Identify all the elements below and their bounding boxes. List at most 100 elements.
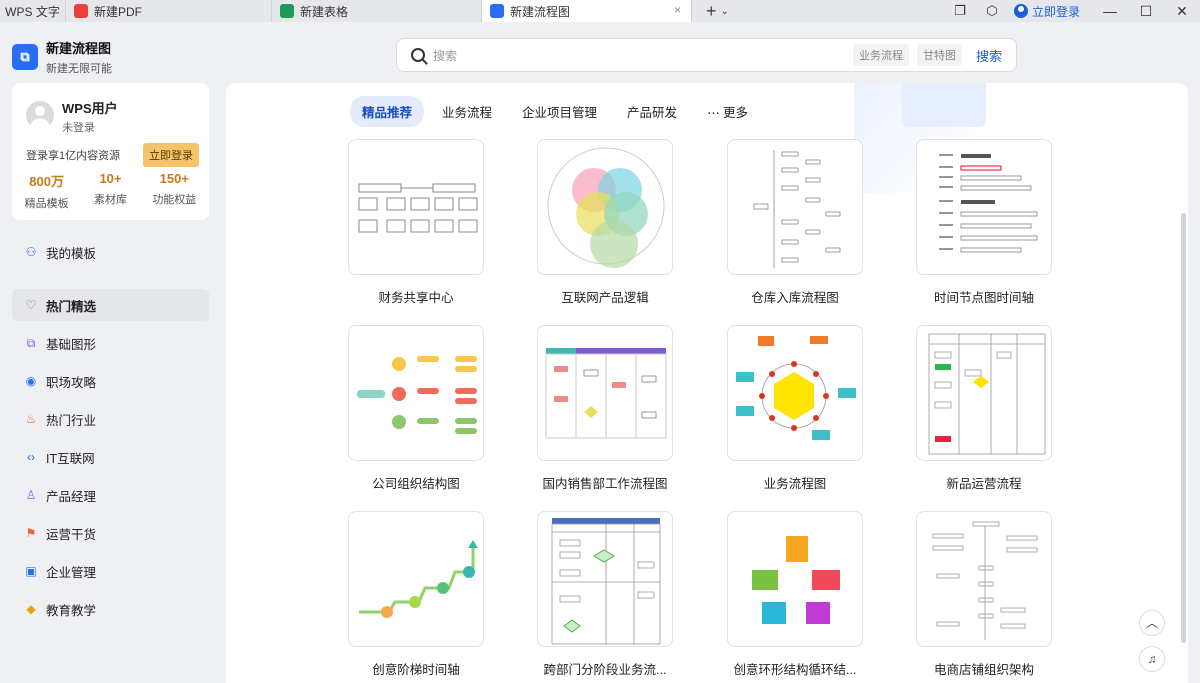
template-title[interactable]: 新品运营流程 (916, 473, 1052, 492)
chat-icon: ▣ (25, 564, 37, 578)
search-chip[interactable]: 甘特图 (916, 44, 962, 66)
megaphone-icon: ⚑ (25, 526, 37, 540)
sidebar-item-basic-shapes[interactable]: ⧉ 基础图形 (12, 327, 209, 359)
sidebar-item-career[interactable]: ◉ 职场攻略 (12, 365, 209, 397)
sidebar-item-my-templates[interactable]: ⚇ 我的模板 (12, 236, 209, 268)
stat-materials[interactable]: 10+ 素材库 (94, 171, 127, 211)
sidebar-nav: ⚇ 我的模板 ♡ 热门精选 ⧉ 基础图形 ◉ 职场攻略 ♨ 热门行业 ‹› IT互联网 ♙ 产… (12, 236, 209, 631)
app-header: ⧉ 新建流程图 新建无限可能 (12, 38, 112, 76)
template-thumbnail[interactable] (348, 511, 484, 647)
template-thumbnail[interactable] (916, 325, 1052, 461)
person-circle-icon: ◉ (25, 374, 37, 388)
close-icon[interactable]: × (674, 3, 681, 17)
template-title[interactable]: 跨部门分阶段业务流... (537, 659, 673, 678)
divider (12, 278, 209, 279)
template-title[interactable]: 财务共享中心 (348, 287, 484, 306)
user-stats: 800万精品模板 10+ 素材库 150+ 功能权益 (12, 171, 209, 211)
tab-featured[interactable]: 精品推荐 (350, 96, 425, 127)
stat-label: 功能权益 (152, 194, 197, 206)
tab-more[interactable]: ⋯ 更多 (695, 96, 760, 127)
template-title[interactable]: 业务流程图 (727, 473, 863, 492)
tab-label: 更多 (723, 106, 749, 120)
tab-label: 新建表格 (300, 4, 349, 19)
tab-product-dev[interactable]: 产品研发 (615, 96, 689, 127)
stat-templates[interactable]: 800万精品模板 (25, 171, 69, 211)
scrollbar[interactable] (1181, 213, 1186, 643)
template-thumbnail[interactable] (916, 139, 1052, 275)
template-thumbnail[interactable] (537, 511, 673, 647)
chevron-down-icon[interactable]: ⌄ (721, 6, 729, 17)
sidebar-item-industry[interactable]: ♨ 热门行业 (12, 403, 209, 435)
stat-label: 精品模板 (24, 198, 69, 210)
sidebar-item-education[interactable]: ◆ 教育教学 (12, 593, 209, 625)
template-card[interactable]: 财务共享中心 (348, 139, 484, 306)
stat-value: 800万 (29, 174, 64, 189)
template-title[interactable]: 互联网产品逻辑 (537, 287, 673, 306)
template-thumbnail[interactable] (537, 325, 673, 461)
search-chip[interactable]: 业务流程 (852, 44, 909, 66)
template-card[interactable]: 跨部门分阶段业务流... (537, 511, 673, 678)
sidebar-item-operations[interactable]: ⚑ 运营干货 (12, 517, 209, 549)
template-card[interactable]: 电商店铺组织架构 (916, 511, 1052, 678)
top-login-button[interactable]: 立即登录 (1013, 3, 1080, 20)
template-thumbnail[interactable] (537, 139, 673, 275)
template-thumbnail[interactable] (727, 139, 863, 275)
template-thumbnail[interactable] (727, 511, 863, 647)
app-title: 新建流程图 (46, 41, 112, 56)
tab-new-flowchart[interactable]: 新建流程图 × (482, 0, 692, 22)
template-thumbnail[interactable] (916, 511, 1052, 647)
tab-new-sheet[interactable]: 新建表格 (272, 0, 482, 22)
tab-business-flow[interactable]: 业务流程 (430, 96, 504, 127)
heart-icon: ♡ (25, 298, 37, 312)
template-card[interactable]: 国内销售部工作流程图 (537, 325, 673, 492)
search-input[interactable]: 搜索 (433, 47, 853, 64)
maximize-icon[interactable]: ☐ (1128, 3, 1164, 20)
template-card[interactable]: 仓库入库流程图 (727, 139, 863, 306)
template-title[interactable]: 创意阶梯时间轴 (348, 659, 484, 678)
template-card[interactable]: 创意阶梯时间轴 (348, 511, 484, 678)
template-card[interactable]: 时间节点图时间轴 (916, 139, 1052, 306)
template-title[interactable]: 时间节点图时间轴 (916, 287, 1052, 306)
minimize-icon[interactable]: — (1092, 3, 1128, 19)
sidebar-item-hot[interactable]: ♡ 热门精选 (12, 289, 209, 321)
template-thumbnail[interactable] (348, 139, 484, 275)
template-thumbnail[interactable] (727, 325, 863, 461)
template-title[interactable]: 创意环形结构循环结... (727, 659, 863, 678)
tab-project-management[interactable]: 企业项目管理 (510, 96, 609, 127)
template-thumbnail[interactable] (348, 325, 484, 461)
template-card[interactable]: 公司组织结构图 (348, 325, 484, 492)
search-bar[interactable]: 搜索 业务流程 甘特图 搜索 (396, 38, 1017, 72)
login-button[interactable]: 立即登录 (143, 143, 199, 167)
sheet-icon (280, 4, 294, 18)
tab-new-pdf[interactable]: 新建PDF (66, 0, 272, 22)
sidebar-item-pm[interactable]: ♙ 产品经理 (12, 479, 209, 511)
template-card[interactable]: 新品运营流程 (916, 325, 1052, 492)
template-title[interactable]: 国内销售部工作流程图 (537, 473, 673, 492)
person-icon: ♙ (25, 488, 37, 502)
cube-icon[interactable]: ⬡ (984, 3, 1000, 19)
new-tab-button[interactable]: + (706, 1, 717, 22)
tab-label: 新建流程图 (510, 4, 571, 19)
more-icon: ⋯ (707, 106, 724, 120)
template-card[interactable]: 互联网产品逻辑 (537, 139, 673, 306)
sidebar-item-label: 热门行业 (46, 413, 97, 428)
sidebar-item-label: 产品经理 (46, 489, 97, 504)
template-title[interactable]: 电商店铺组织架构 (916, 659, 1052, 678)
template-title[interactable]: 公司组织结构图 (348, 473, 484, 492)
sidebar-item-management[interactable]: ▣ 企业管理 (12, 555, 209, 587)
support-button[interactable]: ♫ (1139, 646, 1165, 672)
back-to-top-button[interactable]: ︿ (1139, 610, 1165, 636)
template-card[interactable]: 创意环形结构循环结... (727, 511, 863, 678)
shapes-icon: ⧉ (26, 336, 36, 350)
tab-wps-writer[interactable]: WPS 文字 (0, 0, 66, 22)
template-card[interactable]: 业务流程图 (727, 325, 863, 492)
window-close-icon[interactable]: ✕ (1164, 3, 1200, 20)
login-message: 登录享1亿内容资源 (26, 150, 121, 162)
window-icon[interactable]: ❐ (952, 3, 968, 19)
template-title[interactable]: 仓库入库流程图 (727, 287, 863, 306)
avatar[interactable] (26, 101, 54, 129)
search-button[interactable]: 搜索 (976, 46, 1002, 65)
sidebar-item-it[interactable]: ‹› IT互联网 (12, 441, 209, 473)
search-icon (411, 48, 425, 62)
stat-benefits[interactable]: 150+ 功能权益 (152, 171, 196, 211)
